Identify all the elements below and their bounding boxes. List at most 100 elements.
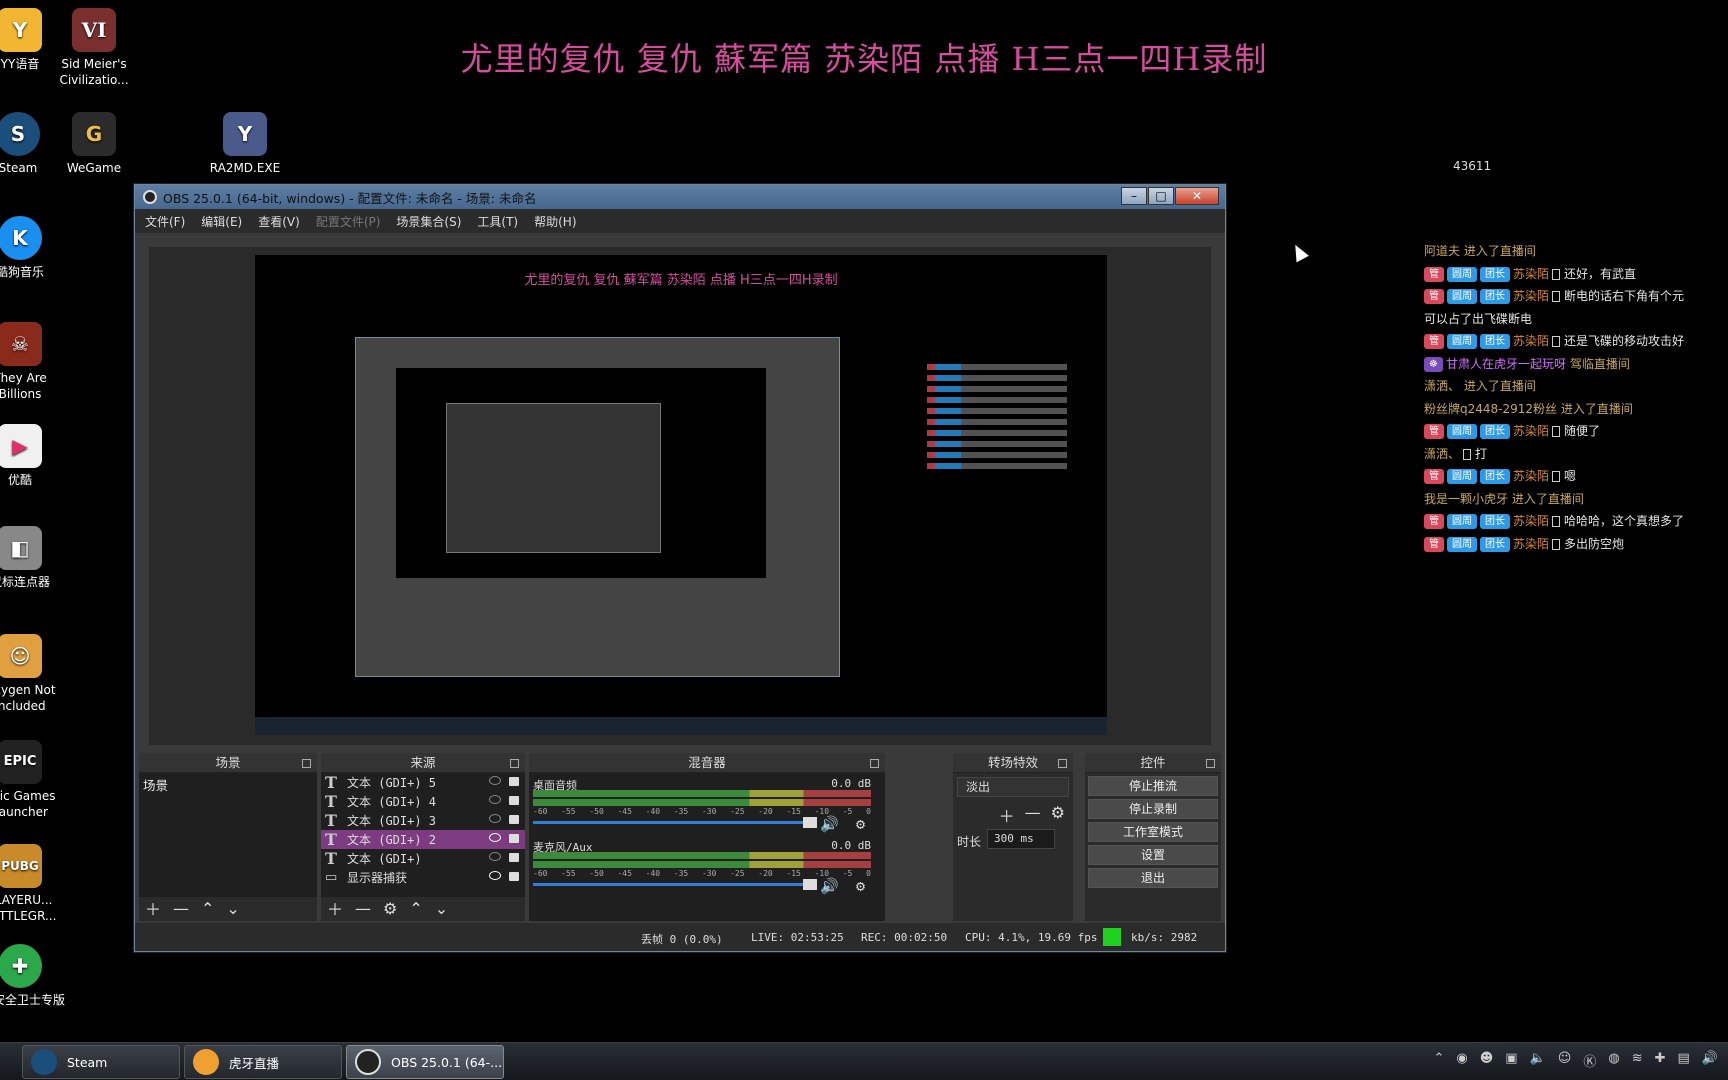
speaker-icon[interactable]: 🔊 bbox=[820, 815, 839, 833]
desktop-icon-mouse-clicker[interactable]: ◧鼠标连点器 bbox=[0, 526, 68, 590]
menu-view[interactable]: 查看(V) bbox=[258, 213, 300, 230]
gear-icon[interactable]: ⚙ bbox=[383, 899, 397, 918]
tray-steam-icon[interactable]: ◍ bbox=[1608, 1051, 1619, 1070]
remove-icon[interactable]: — bbox=[355, 899, 371, 918]
preview-area[interactable]: 尤里的复仇 复仇 蘇军篇 苏染陌 点播 H三点一四H录制 bbox=[149, 247, 1211, 745]
oxygen-not-included-icon: ☺ bbox=[0, 634, 42, 678]
studio-mode-button[interactable]: 工作室模式 bbox=[1088, 822, 1218, 842]
tray-wifi-icon[interactable]: ≋ bbox=[1632, 1051, 1643, 1070]
gear-icon[interactable]: ⚙ bbox=[856, 877, 865, 895]
minimize-button[interactable]: – bbox=[1121, 187, 1147, 205]
taskbar-steam[interactable]: Steam bbox=[22, 1045, 180, 1079]
visibility-hidden-icon[interactable] bbox=[489, 776, 501, 785]
slider-handle[interactable] bbox=[803, 879, 817, 890]
visibility-hidden-icon[interactable] bbox=[489, 814, 501, 823]
scenes-dock: 场景 场景 ＋ — ⌃ ⌄ bbox=[139, 753, 317, 921]
lock-icon[interactable] bbox=[509, 834, 519, 843]
duration-input[interactable]: 300 ms bbox=[987, 829, 1055, 849]
add-icon[interactable]: ＋ bbox=[999, 803, 1015, 827]
desktop-icon-youku[interactable]: ▶ 优酷 bbox=[0, 424, 68, 488]
desktop-icon-epic-games[interactable]: EPICEpic Games Launcher bbox=[0, 740, 68, 820]
bitrate: kb/s: 2982 bbox=[1131, 931, 1198, 944]
gear-icon[interactable]: ⚙ bbox=[1051, 803, 1065, 827]
visibility-icon[interactable] bbox=[489, 833, 501, 842]
source-item-selected[interactable]: T 文本 (GDI+) 2 bbox=[321, 830, 525, 849]
close-button[interactable]: ✕ bbox=[1175, 187, 1219, 205]
visibility-hidden-icon[interactable] bbox=[489, 795, 501, 804]
exit-button[interactable]: 退出 bbox=[1088, 868, 1218, 888]
slider-handle[interactable] bbox=[803, 817, 817, 828]
tray-speaker-icon[interactable]: 🔊 bbox=[1702, 1051, 1718, 1070]
menu-tools[interactable]: 工具(T) bbox=[477, 213, 518, 230]
text-source-icon: T bbox=[325, 849, 337, 868]
chat-line: ☸ 甘肃人在虎牙一起玩呀 驾临直播间 bbox=[1424, 353, 1728, 376]
lock-icon[interactable] bbox=[509, 872, 519, 881]
chat-line: 阿道夫 进入了直播间 bbox=[1424, 244, 1536, 258]
desktop-icon-wegame[interactable]: G WeGame bbox=[46, 112, 142, 176]
move-down-icon[interactable]: ⌄ bbox=[435, 899, 448, 918]
transition-select[interactable]: 淡出 bbox=[957, 777, 1069, 797]
source-item[interactable]: T 文本 (GDI+) 3 bbox=[321, 811, 525, 830]
settings-button[interactable]: 设置 bbox=[1088, 845, 1218, 865]
kugou-icon: K bbox=[0, 216, 42, 260]
stop-recording-button[interactable]: 停止录制 bbox=[1088, 799, 1218, 819]
text-source-icon: T bbox=[325, 792, 337, 811]
chat-line: 管圆周 团长 苏染陌 断电的话右下角有个元 bbox=[1424, 285, 1728, 308]
source-item[interactable]: T 文本 (GDI+) bbox=[321, 849, 525, 868]
remove-icon[interactable]: — bbox=[173, 899, 189, 918]
lock-icon[interactable] bbox=[509, 777, 519, 786]
volume-meter bbox=[533, 852, 871, 859]
menu-scene-collection[interactable]: 场景集合(S) bbox=[396, 213, 461, 230]
gear-icon[interactable]: ⚙ bbox=[856, 815, 865, 833]
add-icon[interactable]: ＋ bbox=[145, 896, 161, 920]
visibility-icon[interactable] bbox=[489, 871, 501, 880]
scene-item[interactable]: 场景 bbox=[139, 773, 317, 796]
taskbar-obs[interactable]: OBS 25.0.1 (64-... bbox=[346, 1045, 504, 1079]
volume-slider[interactable] bbox=[533, 817, 817, 828]
desktop-icon-security-guard[interactable]: ✚游_安全卫士专版 bbox=[0, 944, 68, 1008]
tray-nvidia-icon[interactable]: ▣ bbox=[1505, 1051, 1517, 1070]
menu-edit[interactable]: 编辑(E) bbox=[201, 213, 242, 230]
remove-icon[interactable]: — bbox=[1025, 803, 1041, 827]
desktop-icon-oxygen-not-included[interactable]: ☺Oxygen Not Included bbox=[0, 634, 68, 714]
menu-profile[interactable]: 配置文件(P) bbox=[316, 213, 381, 230]
captain-badge: 团长 bbox=[1480, 266, 1510, 282]
add-icon[interactable]: ＋ bbox=[327, 896, 343, 920]
desktop-icon-they-are-billions[interactable]: ☠They Are Billions bbox=[0, 322, 68, 402]
desktop-icon-kugou[interactable]: K 酷狗音乐 bbox=[0, 216, 68, 280]
desktop-icon-pubg[interactable]: PUBGPLAYERU... BATTLEGR... bbox=[0, 844, 68, 924]
taskbar-huya[interactable]: 虎牙直播 bbox=[184, 1045, 342, 1079]
tray-volume-icon[interactable]: 🔈 bbox=[1530, 1051, 1546, 1070]
fan-badge: 圆周 bbox=[1447, 266, 1477, 282]
source-item[interactable]: T 文本 (GDI+) 4 bbox=[321, 792, 525, 811]
tray-chevron-icon[interactable]: ⌃ bbox=[1433, 1051, 1444, 1070]
move-up-icon[interactable]: ⌃ bbox=[201, 899, 214, 918]
tray-network-icon[interactable]: ▤ bbox=[1678, 1051, 1690, 1070]
desktop-icon-ra2[interactable]: Y RA2MD.EXE bbox=[197, 112, 293, 176]
tray-yy-icon[interactable]: ☺ bbox=[1558, 1051, 1572, 1070]
maximize-button[interactable]: □ bbox=[1148, 187, 1174, 205]
volume-slider[interactable] bbox=[533, 879, 817, 890]
chat-line: 粉丝牌q2448-2912粉丝 进入了直播间 bbox=[1424, 401, 1633, 416]
tray-huya-icon[interactable]: ☻ bbox=[1480, 1051, 1494, 1070]
lock-icon[interactable] bbox=[509, 815, 519, 824]
chat-line: 我是一颗小虎牙 进入了直播间 bbox=[1424, 491, 1584, 506]
desktop-icon-civilization[interactable]: VI Sid Meier's Civilizatio... bbox=[46, 8, 142, 88]
tray-kugou-icon[interactable]: Ⓚ bbox=[1583, 1051, 1596, 1070]
preview-canvas[interactable]: 尤里的复仇 复仇 蘇军篇 苏染陌 点播 H三点一四H录制 bbox=[255, 255, 1107, 735]
source-item[interactable]: T 文本 (GDI+) 5 bbox=[321, 773, 525, 792]
source-item[interactable]: ▭ 显示器捕获 bbox=[321, 868, 525, 887]
lock-icon[interactable] bbox=[509, 853, 519, 862]
move-down-icon[interactable]: ⌄ bbox=[226, 899, 239, 918]
tray-obs-icon[interactable]: ◉ bbox=[1456, 1051, 1467, 1070]
speaker-icon[interactable]: 🔊 bbox=[820, 877, 839, 895]
visibility-hidden-icon[interactable] bbox=[489, 852, 501, 861]
stop-streaming-button[interactable]: 停止推流 bbox=[1088, 776, 1218, 796]
lock-icon[interactable] bbox=[509, 796, 519, 805]
menu-help[interactable]: 帮助(H) bbox=[534, 213, 576, 230]
obs-titlebar[interactable]: OBS 25.0.1 (64-bit, windows) - 配置文件: 未命名… bbox=[135, 185, 1225, 209]
menu-file[interactable]: 文件(F) bbox=[145, 213, 185, 230]
text-source-icon: T bbox=[325, 773, 337, 792]
move-up-icon[interactable]: ⌃ bbox=[409, 899, 422, 918]
tray-security-icon[interactable]: ✚ bbox=[1655, 1051, 1666, 1070]
